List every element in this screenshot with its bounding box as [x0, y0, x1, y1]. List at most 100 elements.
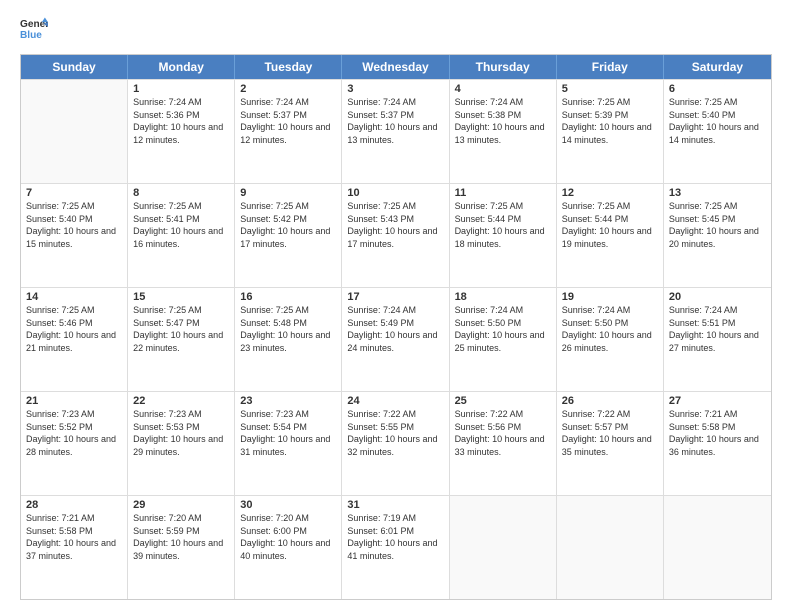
day-info: Sunrise: 7:24 AM Sunset: 5:51 PM Dayligh… — [669, 304, 766, 354]
day-number: 24 — [347, 395, 443, 407]
day-info: Sunrise: 7:21 AM Sunset: 5:58 PM Dayligh… — [26, 512, 122, 562]
calendar-cell: 23Sunrise: 7:23 AM Sunset: 5:54 PM Dayli… — [235, 392, 342, 495]
header-day-friday: Friday — [557, 55, 664, 79]
day-number: 20 — [669, 291, 766, 303]
calendar: SundayMondayTuesdayWednesdayThursdayFrid… — [20, 54, 772, 600]
logo-icon: General Blue — [20, 16, 48, 44]
day-number: 8 — [133, 187, 229, 199]
day-info: Sunrise: 7:24 AM Sunset: 5:36 PM Dayligh… — [133, 96, 229, 146]
calendar-cell: 5Sunrise: 7:25 AM Sunset: 5:39 PM Daylig… — [557, 80, 664, 183]
calendar-row-3: 14Sunrise: 7:25 AM Sunset: 5:46 PM Dayli… — [21, 287, 771, 391]
day-number: 17 — [347, 291, 443, 303]
day-number: 9 — [240, 187, 336, 199]
day-number: 30 — [240, 499, 336, 511]
day-info: Sunrise: 7:25 AM Sunset: 5:40 PM Dayligh… — [26, 200, 122, 250]
calendar-cell: 20Sunrise: 7:24 AM Sunset: 5:51 PM Dayli… — [664, 288, 771, 391]
day-info: Sunrise: 7:24 AM Sunset: 5:50 PM Dayligh… — [455, 304, 551, 354]
calendar-cell: 25Sunrise: 7:22 AM Sunset: 5:56 PM Dayli… — [450, 392, 557, 495]
day-info: Sunrise: 7:25 AM Sunset: 5:45 PM Dayligh… — [669, 200, 766, 250]
calendar-cell: 6Sunrise: 7:25 AM Sunset: 5:40 PM Daylig… — [664, 80, 771, 183]
header-day-thursday: Thursday — [450, 55, 557, 79]
calendar-cell: 24Sunrise: 7:22 AM Sunset: 5:55 PM Dayli… — [342, 392, 449, 495]
calendar-cell: 16Sunrise: 7:25 AM Sunset: 5:48 PM Dayli… — [235, 288, 342, 391]
calendar-cell: 18Sunrise: 7:24 AM Sunset: 5:50 PM Dayli… — [450, 288, 557, 391]
day-info: Sunrise: 7:25 AM Sunset: 5:41 PM Dayligh… — [133, 200, 229, 250]
day-info: Sunrise: 7:23 AM Sunset: 5:52 PM Dayligh… — [26, 408, 122, 458]
day-number: 29 — [133, 499, 229, 511]
day-info: Sunrise: 7:24 AM Sunset: 5:37 PM Dayligh… — [240, 96, 336, 146]
day-number: 3 — [347, 83, 443, 95]
day-number: 23 — [240, 395, 336, 407]
calendar-cell: 17Sunrise: 7:24 AM Sunset: 5:49 PM Dayli… — [342, 288, 449, 391]
day-number: 21 — [26, 395, 122, 407]
day-number: 31 — [347, 499, 443, 511]
calendar-cell: 28Sunrise: 7:21 AM Sunset: 5:58 PM Dayli… — [21, 496, 128, 599]
day-number: 14 — [26, 291, 122, 303]
calendar-cell — [664, 496, 771, 599]
calendar-cell — [557, 496, 664, 599]
calendar-cell: 30Sunrise: 7:20 AM Sunset: 6:00 PM Dayli… — [235, 496, 342, 599]
calendar-cell: 2Sunrise: 7:24 AM Sunset: 5:37 PM Daylig… — [235, 80, 342, 183]
day-number: 6 — [669, 83, 766, 95]
day-number: 13 — [669, 187, 766, 199]
day-number: 18 — [455, 291, 551, 303]
calendar-cell: 7Sunrise: 7:25 AM Sunset: 5:40 PM Daylig… — [21, 184, 128, 287]
calendar-cell: 4Sunrise: 7:24 AM Sunset: 5:38 PM Daylig… — [450, 80, 557, 183]
day-info: Sunrise: 7:25 AM Sunset: 5:42 PM Dayligh… — [240, 200, 336, 250]
day-info: Sunrise: 7:25 AM Sunset: 5:44 PM Dayligh… — [455, 200, 551, 250]
calendar-cell: 27Sunrise: 7:21 AM Sunset: 5:58 PM Dayli… — [664, 392, 771, 495]
calendar-header: SundayMondayTuesdayWednesdayThursdayFrid… — [21, 55, 771, 79]
day-number: 11 — [455, 187, 551, 199]
header: General Blue — [20, 16, 772, 44]
day-number: 28 — [26, 499, 122, 511]
day-number: 4 — [455, 83, 551, 95]
day-info: Sunrise: 7:25 AM Sunset: 5:47 PM Dayligh… — [133, 304, 229, 354]
day-number: 15 — [133, 291, 229, 303]
page: General Blue SundayMondayTuesdayWednesda… — [0, 0, 792, 612]
calendar-cell: 12Sunrise: 7:25 AM Sunset: 5:44 PM Dayli… — [557, 184, 664, 287]
calendar-cell: 9Sunrise: 7:25 AM Sunset: 5:42 PM Daylig… — [235, 184, 342, 287]
day-info: Sunrise: 7:25 AM Sunset: 5:44 PM Dayligh… — [562, 200, 658, 250]
calendar-cell: 3Sunrise: 7:24 AM Sunset: 5:37 PM Daylig… — [342, 80, 449, 183]
day-info: Sunrise: 7:19 AM Sunset: 6:01 PM Dayligh… — [347, 512, 443, 562]
day-number: 22 — [133, 395, 229, 407]
calendar-cell: 19Sunrise: 7:24 AM Sunset: 5:50 PM Dayli… — [557, 288, 664, 391]
day-number: 27 — [669, 395, 766, 407]
day-info: Sunrise: 7:22 AM Sunset: 5:57 PM Dayligh… — [562, 408, 658, 458]
calendar-row-2: 7Sunrise: 7:25 AM Sunset: 5:40 PM Daylig… — [21, 183, 771, 287]
header-day-saturday: Saturday — [664, 55, 771, 79]
day-info: Sunrise: 7:22 AM Sunset: 5:55 PM Dayligh… — [347, 408, 443, 458]
day-info: Sunrise: 7:24 AM Sunset: 5:49 PM Dayligh… — [347, 304, 443, 354]
day-number: 10 — [347, 187, 443, 199]
calendar-cell: 11Sunrise: 7:25 AM Sunset: 5:44 PM Dayli… — [450, 184, 557, 287]
day-number: 2 — [240, 83, 336, 95]
header-day-wednesday: Wednesday — [342, 55, 449, 79]
calendar-body: 1Sunrise: 7:24 AM Sunset: 5:36 PM Daylig… — [21, 79, 771, 599]
calendar-row-1: 1Sunrise: 7:24 AM Sunset: 5:36 PM Daylig… — [21, 79, 771, 183]
day-info: Sunrise: 7:25 AM Sunset: 5:46 PM Dayligh… — [26, 304, 122, 354]
calendar-cell: 21Sunrise: 7:23 AM Sunset: 5:52 PM Dayli… — [21, 392, 128, 495]
day-number: 7 — [26, 187, 122, 199]
day-info: Sunrise: 7:20 AM Sunset: 6:00 PM Dayligh… — [240, 512, 336, 562]
calendar-cell: 14Sunrise: 7:25 AM Sunset: 5:46 PM Dayli… — [21, 288, 128, 391]
header-day-tuesday: Tuesday — [235, 55, 342, 79]
day-info: Sunrise: 7:25 AM Sunset: 5:48 PM Dayligh… — [240, 304, 336, 354]
header-day-sunday: Sunday — [21, 55, 128, 79]
logo: General Blue — [20, 16, 52, 44]
calendar-cell: 1Sunrise: 7:24 AM Sunset: 5:36 PM Daylig… — [128, 80, 235, 183]
calendar-cell: 26Sunrise: 7:22 AM Sunset: 5:57 PM Dayli… — [557, 392, 664, 495]
day-info: Sunrise: 7:25 AM Sunset: 5:43 PM Dayligh… — [347, 200, 443, 250]
day-number: 25 — [455, 395, 551, 407]
calendar-row-4: 21Sunrise: 7:23 AM Sunset: 5:52 PM Dayli… — [21, 391, 771, 495]
svg-text:Blue: Blue — [20, 30, 42, 41]
calendar-cell — [450, 496, 557, 599]
day-number: 1 — [133, 83, 229, 95]
calendar-cell — [21, 80, 128, 183]
day-info: Sunrise: 7:24 AM Sunset: 5:50 PM Dayligh… — [562, 304, 658, 354]
day-info: Sunrise: 7:25 AM Sunset: 5:40 PM Dayligh… — [669, 96, 766, 146]
day-info: Sunrise: 7:23 AM Sunset: 5:54 PM Dayligh… — [240, 408, 336, 458]
day-number: 26 — [562, 395, 658, 407]
calendar-row-5: 28Sunrise: 7:21 AM Sunset: 5:58 PM Dayli… — [21, 495, 771, 599]
day-info: Sunrise: 7:24 AM Sunset: 5:37 PM Dayligh… — [347, 96, 443, 146]
day-number: 16 — [240, 291, 336, 303]
